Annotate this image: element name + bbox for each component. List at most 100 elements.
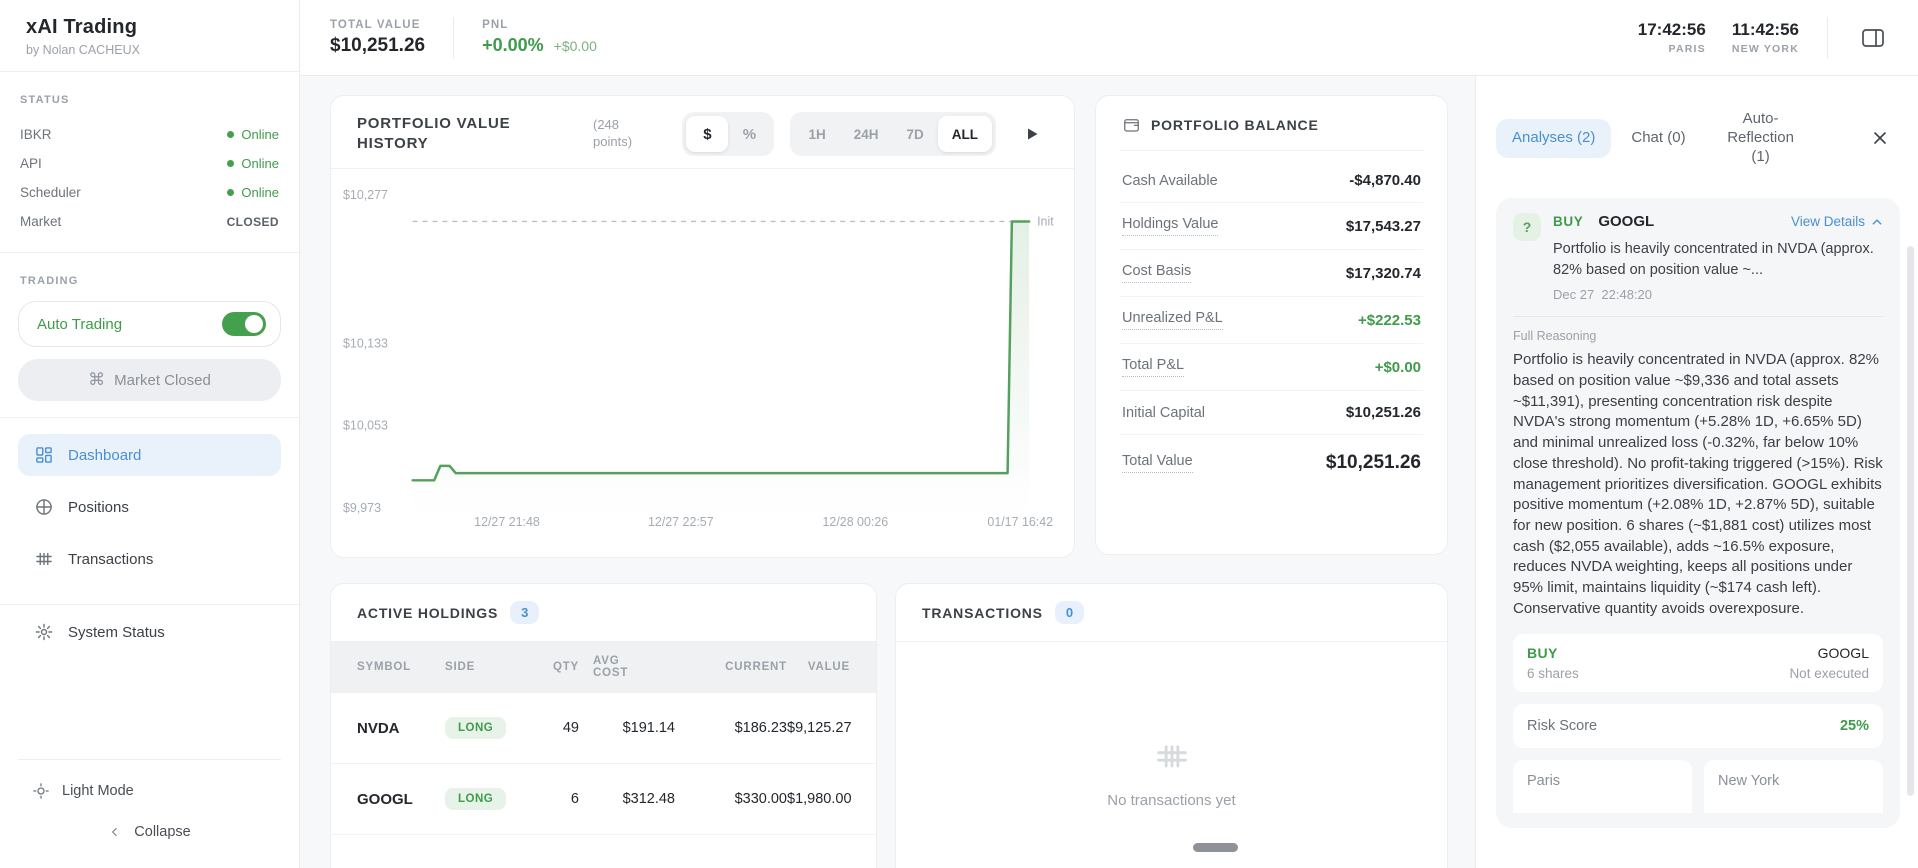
svg-text:$10,053: $10,053 <box>343 419 388 433</box>
range-all-button[interactable]: ALL <box>937 116 992 152</box>
analysis-action: BUY <box>1553 214 1584 230</box>
order-status: Not executed <box>1789 666 1869 682</box>
holdings-row-googl[interactable]: GOOGL LONG 6 $312.48 $330.00 $1,980.00 <box>331 764 876 835</box>
range-24h-button[interactable]: 24H <box>840 116 893 152</box>
trading-heading: TRADING <box>20 275 79 287</box>
tab-auto-reflection[interactable]: Auto-Reflection (1) <box>1706 100 1816 176</box>
play-button[interactable] <box>1020 122 1044 146</box>
analysis-summary: Portfolio is heavily concentrated in NVD… <box>1553 241 1874 278</box>
portfolio-value-history-card: PORTFOLIO VALUE HISTORY (248 points) $ %… <box>330 95 1075 558</box>
online-dot-icon <box>227 160 235 167</box>
pnl-label: PNL <box>482 19 509 31</box>
balance-label: Total Value <box>1122 453 1193 473</box>
close-panel-button[interactable] <box>1866 124 1894 152</box>
status-row-api: API Online <box>18 149 281 178</box>
market-closed-button[interactable]: ⌘ Market Closed <box>18 359 281 401</box>
balance-row-total-pnl: Total P&L +$0.00 <box>1120 344 1423 391</box>
auto-trading-label: Auto Trading <box>37 315 123 333</box>
auto-trading-toggle[interactable] <box>222 312 266 336</box>
tab-chat[interactable]: Chat (0) <box>1615 119 1701 158</box>
active-holdings-card: ACTIVE HOLDINGS 3 SYMBOL SIDE QTY AVG CO… <box>330 583 877 868</box>
holdings-row-nvda[interactable]: NVDA LONG 49 $191.14 $186.23 $9,125.27 <box>331 693 876 764</box>
empty-table-icon <box>1156 744 1187 767</box>
svg-text:$9,973: $9,973 <box>343 501 381 515</box>
status-label: Scheduler <box>20 185 81 200</box>
market-closed-label: Market Closed <box>114 371 211 389</box>
online-dot-icon <box>227 131 235 138</box>
sidebar-item-dashboard[interactable]: Dashboard <box>18 434 281 476</box>
tab-analyses[interactable]: Analyses (2) <box>1496 118 1612 158</box>
balance-value: -$4,870.40 <box>1349 172 1421 189</box>
side-badge: LONG <box>445 717 507 739</box>
balance-row-cost-basis: Cost Basis $17,320.74 <box>1120 250 1423 297</box>
transactions-count-badge: 0 <box>1054 601 1085 624</box>
panel-scrollbar-thumb[interactable] <box>1907 246 1914 796</box>
clock-city: PARIS <box>1668 43 1706 55</box>
unit-dollar-button[interactable]: $ <box>686 116 729 152</box>
view-details-label: View Details <box>1790 214 1865 230</box>
nav-label: Positions <box>68 498 129 516</box>
status-value: Online <box>241 156 279 171</box>
holding-symbol: NVDA <box>357 719 400 737</box>
city-box-new-york[interactable]: New York <box>1704 760 1883 814</box>
system-status-section: System Status <box>0 605 299 669</box>
balance-value: $17,320.74 <box>1345 264 1421 282</box>
balance-value: $10,251.26 <box>1325 452 1421 473</box>
world-clocks: 17:42:56 PARIS 11:42:56 NEW YORK <box>1638 16 1890 59</box>
chart-header: PORTFOLIO VALUE HISTORY (248 points) $ %… <box>331 96 1074 169</box>
trading-section: TRADING Auto Trading ⌘ Market Closed <box>0 253 299 411</box>
transactions-card: TRANSACTIONS 0 No transactions yet <box>895 583 1448 868</box>
balance-value: $17,543.27 <box>1345 217 1421 235</box>
chart-points-note: (248 points) <box>593 117 633 149</box>
balance-row-unrealized-pnl: Unrealized P&L +$222.53 <box>1120 297 1423 344</box>
holding-symbol: GOOGL <box>357 790 413 808</box>
col-symbol: SYMBOL <box>357 661 411 673</box>
analysis-card: ? BUY GOOGL View Details Portfolio is he <box>1496 198 1900 829</box>
transactions-empty-state: No transactions yet <box>896 642 1447 868</box>
clock-city: NEW YORK <box>1731 43 1799 55</box>
light-mode-button[interactable]: Light Mode <box>18 770 281 812</box>
balance-row-initial-capital: Initial Capital $10,251.26 <box>1120 391 1423 435</box>
horizontal-scrollbar-thumb[interactable] <box>1193 843 1238 852</box>
status-row-scheduler: Scheduler Online <box>18 178 281 207</box>
holding-avg-cost: $191.14 <box>622 720 675 736</box>
range-7d-button[interactable]: 7D <box>892 116 937 152</box>
full-reasoning-text: Portfolio is heavily concentrated in NVD… <box>1513 351 1883 617</box>
sidebar-footer: Light Mode Collapse <box>0 753 299 868</box>
activity-sun-icon <box>35 623 53 641</box>
svg-text:12/27 22:57: 12/27 22:57 <box>648 515 714 529</box>
city-box-paris[interactable]: Paris <box>1513 760 1692 814</box>
status-value: CLOSED <box>226 214 279 229</box>
view-details-link[interactable]: View Details <box>1791 214 1883 229</box>
globe-icon <box>36 499 52 515</box>
range-1h-button[interactable]: 1H <box>794 116 839 152</box>
svg-text:12/28 00:26: 12/28 00:26 <box>823 515 889 529</box>
balance-row-cash-available: Cash Available -$4,870.40 <box>1120 159 1423 203</box>
svg-text:$10,277: $10,277 <box>343 188 388 202</box>
holding-value: $9,125.27 <box>787 720 852 736</box>
sidebar-item-system-status[interactable]: System Status <box>18 611 281 653</box>
sidebar-item-positions[interactable]: Positions <box>18 486 281 528</box>
panel-toggle-button[interactable] <box>1856 22 1890 54</box>
active-holdings-title: ACTIVE HOLDINGS <box>357 604 499 621</box>
balance-row-holdings-value: Holdings Value $17,543.27 <box>1120 203 1423 250</box>
balance-label: Cost Basis <box>1122 263 1192 283</box>
sidebar-item-transactions[interactable]: Transactions <box>18 538 281 580</box>
balance-value: +$0.00 <box>1374 358 1421 376</box>
app-brand: xAI Trading by Nolan CACHEUX <box>0 0 299 72</box>
holding-current: $186.23 <box>734 720 787 736</box>
range-toggle: 1H 24H 7D ALL <box>790 112 996 156</box>
side-badge: LONG <box>445 788 507 810</box>
city-time-boxes: Paris New York <box>1513 760 1883 814</box>
risk-score-value: 25% <box>1839 718 1869 735</box>
sidebar: xAI Trading by Nolan CACHEUX STATUS IBKR… <box>0 0 300 868</box>
clock-paris: 17:42:56 PARIS <box>1638 20 1706 55</box>
status-section: STATUS IBKR Online API Online Scheduler … <box>0 72 299 246</box>
risk-score-box: Risk Score 25% <box>1513 704 1883 749</box>
portfolio-value-chart: $10,277 $10,133 $10,053 $9,973 Init 12/27 21:… <box>343 188 1054 529</box>
collapse-button[interactable]: Collapse <box>18 812 281 852</box>
chevron-left-icon <box>112 828 117 836</box>
unit-percent-button[interactable]: % <box>728 116 770 152</box>
holdings-table-header: SYMBOL SIDE QTY AVG COST CURRENT VALUE <box>331 641 876 693</box>
main-content: PORTFOLIO VALUE HISTORY (248 points) $ %… <box>300 76 1475 868</box>
